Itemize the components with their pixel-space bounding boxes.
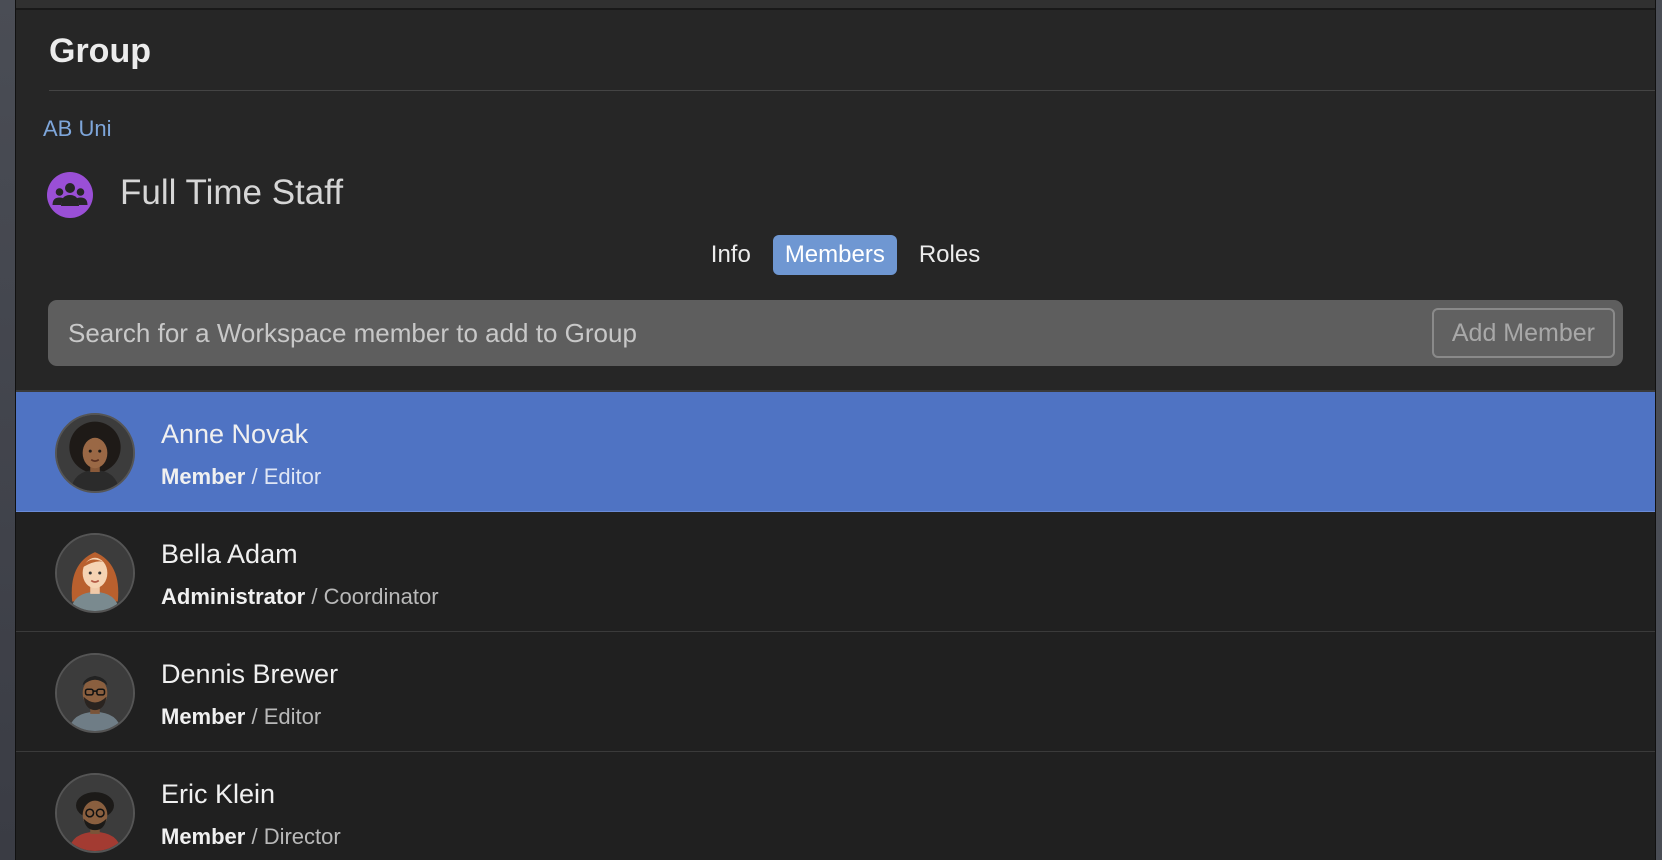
member-name: Eric Klein bbox=[161, 779, 276, 809]
member-role-title: Editor bbox=[263, 464, 322, 489]
member-row-bella-adam[interactable]: Bella Adam Administrator / Coordinator bbox=[16, 512, 1655, 632]
member-role-title: Coordinator bbox=[323, 584, 439, 609]
member-name: Anne Novak bbox=[161, 419, 309, 449]
man-curly-glasses-avatar bbox=[55, 773, 135, 853]
member-row-dennis-brewer[interactable]: Dennis Brewer Member / Editor bbox=[16, 632, 1655, 752]
add-member-button[interactable]: Add Member bbox=[1431, 308, 1615, 358]
member-role-primary: Administrator bbox=[161, 584, 306, 609]
tab-info[interactable]: Info bbox=[699, 235, 763, 275]
member-role-title: Director bbox=[263, 824, 341, 849]
group-name: Full Time Staff bbox=[120, 173, 344, 212]
page-title: Group bbox=[49, 32, 151, 70]
member-role: Member / Director bbox=[161, 824, 341, 850]
member-role: Member / Editor bbox=[161, 704, 321, 730]
woman-afro-avatar bbox=[55, 413, 135, 493]
member-role-title: Editor bbox=[263, 704, 322, 729]
tab-roles[interactable]: Roles bbox=[907, 235, 992, 275]
group-panel: Group AB Uni Full Time Staff Info Member… bbox=[15, 0, 1656, 860]
member-role: Member / Editor bbox=[161, 464, 321, 490]
member-role-separator: / bbox=[245, 464, 264, 489]
desktop-background-left bbox=[0, 0, 15, 860]
member-name: Bella Adam bbox=[161, 539, 298, 569]
member-role-separator: / bbox=[245, 824, 264, 849]
group-people-icon bbox=[46, 171, 94, 219]
member-role-separator: / bbox=[245, 704, 264, 729]
member-list: Anne Novak Member / Editor Bella Adam Ad bbox=[16, 390, 1655, 860]
title-divider bbox=[49, 90, 1655, 91]
member-search-bar: Add Member bbox=[48, 300, 1623, 366]
member-role-separator: / bbox=[305, 584, 324, 609]
man-glasses-beard-avatar bbox=[55, 653, 135, 733]
member-role-primary: Member bbox=[161, 824, 246, 849]
tab-bar: Info Members Roles bbox=[16, 235, 1655, 275]
member-name: Dennis Brewer bbox=[161, 659, 339, 689]
woman-red-hair-avatar bbox=[55, 533, 135, 613]
member-search-input[interactable] bbox=[48, 300, 1348, 366]
panel-top-bar bbox=[16, 0, 1655, 10]
breadcrumb-workspace-link[interactable]: AB Uni bbox=[43, 116, 111, 142]
member-role-primary: Member bbox=[161, 464, 246, 489]
tab-members[interactable]: Members bbox=[772, 235, 897, 275]
member-role-primary: Member bbox=[161, 704, 246, 729]
member-row-anne-novak[interactable]: Anne Novak Member / Editor bbox=[16, 392, 1655, 512]
member-row-eric-klein[interactable]: Eric Klein Member / Director bbox=[16, 752, 1655, 860]
member-role: Administrator / Coordinator bbox=[161, 584, 439, 610]
